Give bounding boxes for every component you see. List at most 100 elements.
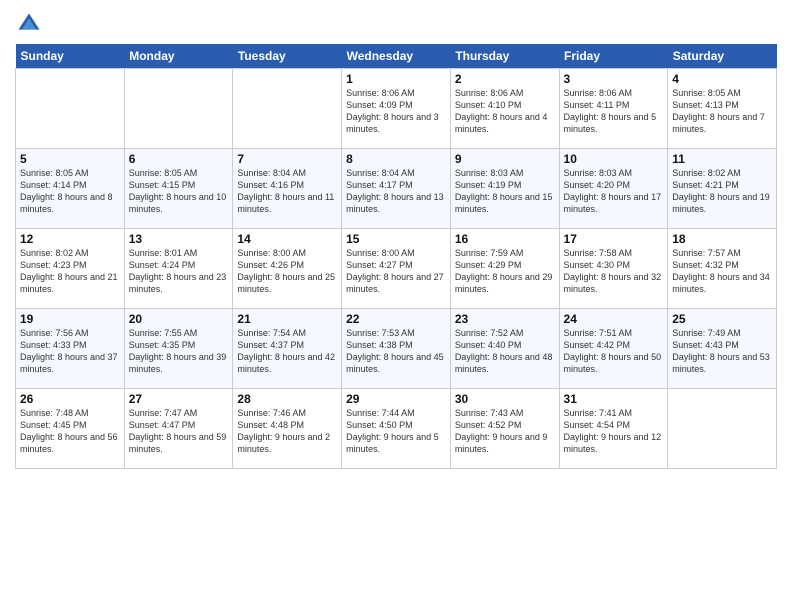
- calendar-cell: 5Sunrise: 8:05 AM Sunset: 4:14 PM Daylig…: [16, 149, 125, 229]
- calendar-cell: 15Sunrise: 8:00 AM Sunset: 4:27 PM Dayli…: [342, 229, 451, 309]
- day-number: 31: [564, 392, 664, 406]
- calendar-cell: 8Sunrise: 8:04 AM Sunset: 4:17 PM Daylig…: [342, 149, 451, 229]
- calendar-cell: 7Sunrise: 8:04 AM Sunset: 4:16 PM Daylig…: [233, 149, 342, 229]
- calendar-cell: 21Sunrise: 7:54 AM Sunset: 4:37 PM Dayli…: [233, 309, 342, 389]
- calendar-cell: 2Sunrise: 8:06 AM Sunset: 4:10 PM Daylig…: [450, 69, 559, 149]
- calendar-cell: 24Sunrise: 7:51 AM Sunset: 4:42 PM Dayli…: [559, 309, 668, 389]
- day-number: 12: [20, 232, 120, 246]
- weekday-header-tuesday: Tuesday: [233, 44, 342, 69]
- calendar-cell: 6Sunrise: 8:05 AM Sunset: 4:15 PM Daylig…: [124, 149, 233, 229]
- day-info: Sunrise: 7:48 AM Sunset: 4:45 PM Dayligh…: [20, 407, 120, 456]
- day-number: 2: [455, 72, 555, 86]
- calendar-cell: [668, 389, 777, 469]
- day-info: Sunrise: 8:06 AM Sunset: 4:09 PM Dayligh…: [346, 87, 446, 136]
- day-info: Sunrise: 8:04 AM Sunset: 4:17 PM Dayligh…: [346, 167, 446, 216]
- calendar-cell: 22Sunrise: 7:53 AM Sunset: 4:38 PM Dayli…: [342, 309, 451, 389]
- day-info: Sunrise: 8:01 AM Sunset: 4:24 PM Dayligh…: [129, 247, 229, 296]
- day-number: 7: [237, 152, 337, 166]
- day-info: Sunrise: 7:55 AM Sunset: 4:35 PM Dayligh…: [129, 327, 229, 376]
- day-number: 21: [237, 312, 337, 326]
- calendar-cell: 3Sunrise: 8:06 AM Sunset: 4:11 PM Daylig…: [559, 69, 668, 149]
- calendar-cell: 9Sunrise: 8:03 AM Sunset: 4:19 PM Daylig…: [450, 149, 559, 229]
- calendar-cell: 11Sunrise: 8:02 AM Sunset: 4:21 PM Dayli…: [668, 149, 777, 229]
- day-info: Sunrise: 7:44 AM Sunset: 4:50 PM Dayligh…: [346, 407, 446, 456]
- calendar-cell: 17Sunrise: 7:58 AM Sunset: 4:30 PM Dayli…: [559, 229, 668, 309]
- day-info: Sunrise: 7:41 AM Sunset: 4:54 PM Dayligh…: [564, 407, 664, 456]
- calendar-cell: 13Sunrise: 8:01 AM Sunset: 4:24 PM Dayli…: [124, 229, 233, 309]
- calendar-cell: [233, 69, 342, 149]
- calendar-cell: 26Sunrise: 7:48 AM Sunset: 4:45 PM Dayli…: [16, 389, 125, 469]
- weekday-header-friday: Friday: [559, 44, 668, 69]
- day-number: 28: [237, 392, 337, 406]
- calendar-cell: 4Sunrise: 8:05 AM Sunset: 4:13 PM Daylig…: [668, 69, 777, 149]
- calendar-cell: 16Sunrise: 7:59 AM Sunset: 4:29 PM Dayli…: [450, 229, 559, 309]
- day-number: 8: [346, 152, 446, 166]
- calendar-cell: 19Sunrise: 7:56 AM Sunset: 4:33 PM Dayli…: [16, 309, 125, 389]
- day-info: Sunrise: 7:47 AM Sunset: 4:47 PM Dayligh…: [129, 407, 229, 456]
- day-number: 14: [237, 232, 337, 246]
- day-info: Sunrise: 7:54 AM Sunset: 4:37 PM Dayligh…: [237, 327, 337, 376]
- calendar-cell: 27Sunrise: 7:47 AM Sunset: 4:47 PM Dayli…: [124, 389, 233, 469]
- weekday-header-row: SundayMondayTuesdayWednesdayThursdayFrid…: [16, 44, 777, 69]
- day-info: Sunrise: 7:49 AM Sunset: 4:43 PM Dayligh…: [672, 327, 772, 376]
- calendar-cell: 28Sunrise: 7:46 AM Sunset: 4:48 PM Dayli…: [233, 389, 342, 469]
- day-info: Sunrise: 8:00 AM Sunset: 4:26 PM Dayligh…: [237, 247, 337, 296]
- week-row-1: 1Sunrise: 8:06 AM Sunset: 4:09 PM Daylig…: [16, 69, 777, 149]
- day-number: 15: [346, 232, 446, 246]
- day-info: Sunrise: 8:06 AM Sunset: 4:11 PM Dayligh…: [564, 87, 664, 136]
- calendar-cell: 23Sunrise: 7:52 AM Sunset: 4:40 PM Dayli…: [450, 309, 559, 389]
- calendar-cell: 20Sunrise: 7:55 AM Sunset: 4:35 PM Dayli…: [124, 309, 233, 389]
- page: SundayMondayTuesdayWednesdayThursdayFrid…: [0, 0, 792, 612]
- calendar-cell: 29Sunrise: 7:44 AM Sunset: 4:50 PM Dayli…: [342, 389, 451, 469]
- day-info: Sunrise: 7:52 AM Sunset: 4:40 PM Dayligh…: [455, 327, 555, 376]
- day-info: Sunrise: 8:06 AM Sunset: 4:10 PM Dayligh…: [455, 87, 555, 136]
- day-info: Sunrise: 7:59 AM Sunset: 4:29 PM Dayligh…: [455, 247, 555, 296]
- day-info: Sunrise: 8:03 AM Sunset: 4:20 PM Dayligh…: [564, 167, 664, 216]
- day-number: 26: [20, 392, 120, 406]
- header: [15, 10, 777, 38]
- day-info: Sunrise: 8:02 AM Sunset: 4:23 PM Dayligh…: [20, 247, 120, 296]
- weekday-header-thursday: Thursday: [450, 44, 559, 69]
- day-number: 1: [346, 72, 446, 86]
- calendar-cell: 18Sunrise: 7:57 AM Sunset: 4:32 PM Dayli…: [668, 229, 777, 309]
- day-info: Sunrise: 7:53 AM Sunset: 4:38 PM Dayligh…: [346, 327, 446, 376]
- weekday-header-saturday: Saturday: [668, 44, 777, 69]
- calendar-cell: 30Sunrise: 7:43 AM Sunset: 4:52 PM Dayli…: [450, 389, 559, 469]
- calendar-cell: 12Sunrise: 8:02 AM Sunset: 4:23 PM Dayli…: [16, 229, 125, 309]
- day-info: Sunrise: 7:43 AM Sunset: 4:52 PM Dayligh…: [455, 407, 555, 456]
- day-number: 19: [20, 312, 120, 326]
- weekday-header-monday: Monday: [124, 44, 233, 69]
- day-number: 11: [672, 152, 772, 166]
- day-number: 9: [455, 152, 555, 166]
- calendar-cell: [124, 69, 233, 149]
- day-info: Sunrise: 7:51 AM Sunset: 4:42 PM Dayligh…: [564, 327, 664, 376]
- day-number: 24: [564, 312, 664, 326]
- day-info: Sunrise: 7:58 AM Sunset: 4:30 PM Dayligh…: [564, 247, 664, 296]
- week-row-3: 12Sunrise: 8:02 AM Sunset: 4:23 PM Dayli…: [16, 229, 777, 309]
- day-number: 16: [455, 232, 555, 246]
- day-number: 6: [129, 152, 229, 166]
- day-number: 27: [129, 392, 229, 406]
- day-info: Sunrise: 8:02 AM Sunset: 4:21 PM Dayligh…: [672, 167, 772, 216]
- day-info: Sunrise: 7:46 AM Sunset: 4:48 PM Dayligh…: [237, 407, 337, 456]
- day-number: 17: [564, 232, 664, 246]
- day-number: 4: [672, 72, 772, 86]
- day-info: Sunrise: 8:03 AM Sunset: 4:19 PM Dayligh…: [455, 167, 555, 216]
- calendar-cell: 10Sunrise: 8:03 AM Sunset: 4:20 PM Dayli…: [559, 149, 668, 229]
- day-number: 22: [346, 312, 446, 326]
- day-number: 30: [455, 392, 555, 406]
- calendar-cell: 1Sunrise: 8:06 AM Sunset: 4:09 PM Daylig…: [342, 69, 451, 149]
- day-info: Sunrise: 8:05 AM Sunset: 4:13 PM Dayligh…: [672, 87, 772, 136]
- calendar-cell: 14Sunrise: 8:00 AM Sunset: 4:26 PM Dayli…: [233, 229, 342, 309]
- day-number: 10: [564, 152, 664, 166]
- day-number: 29: [346, 392, 446, 406]
- day-info: Sunrise: 8:04 AM Sunset: 4:16 PM Dayligh…: [237, 167, 337, 216]
- day-info: Sunrise: 7:57 AM Sunset: 4:32 PM Dayligh…: [672, 247, 772, 296]
- day-number: 20: [129, 312, 229, 326]
- week-row-2: 5Sunrise: 8:05 AM Sunset: 4:14 PM Daylig…: [16, 149, 777, 229]
- calendar-cell: 25Sunrise: 7:49 AM Sunset: 4:43 PM Dayli…: [668, 309, 777, 389]
- day-number: 5: [20, 152, 120, 166]
- logo: [15, 10, 45, 38]
- day-info: Sunrise: 8:00 AM Sunset: 4:27 PM Dayligh…: [346, 247, 446, 296]
- day-number: 18: [672, 232, 772, 246]
